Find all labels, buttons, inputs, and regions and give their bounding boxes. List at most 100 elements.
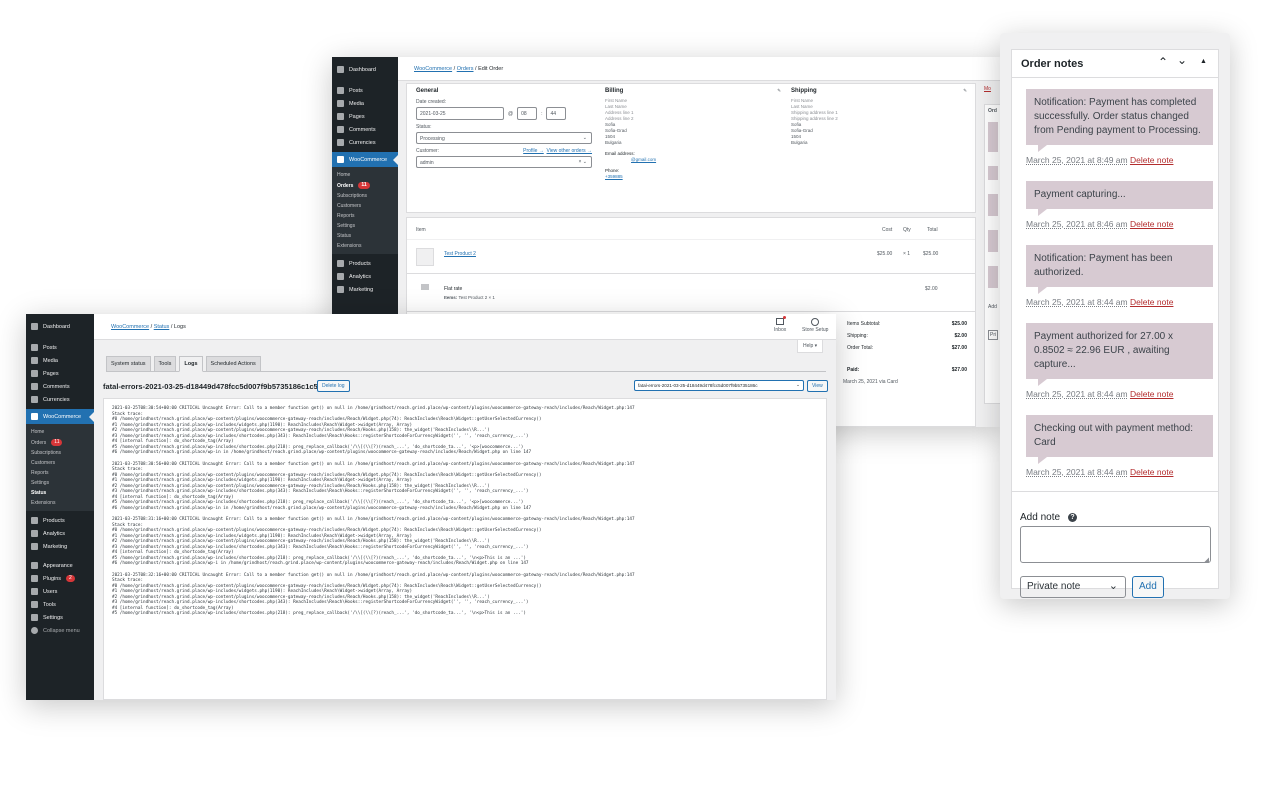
sidebar-item-dashboard[interactable]: Dashboard [332,57,398,80]
store-setup-button[interactable]: Store Setup [802,318,828,333]
sidebar-item-pages[interactable]: Pages [26,367,94,380]
sidebar-item-currencies[interactable]: Currencies [26,393,94,409]
status-tabs: System status Tools Logs Scheduled Actio… [106,356,826,372]
tab-logs[interactable]: Logs [179,356,203,372]
product-name-link[interactable]: Test Product 2 [444,251,476,257]
edit-pencil-icon[interactable]: ✎ [777,88,781,94]
sidebar-item-marketing[interactable]: Marketing [332,283,398,296]
tab-system-status[interactable]: System status [106,356,151,371]
sidebar-item-media[interactable]: Media [26,354,94,367]
sidebar-item-products[interactable]: Products [332,254,398,270]
submenu-customers[interactable]: Customers [26,458,94,468]
note-content: Payment capturing... [1026,181,1213,216]
breadcrumb-woocommerce[interactable]: WooCommerce [414,66,452,72]
sidebar-item-label: Settings [43,614,63,621]
sidebar-item-users[interactable]: Users [26,585,94,598]
submenu-customers[interactable]: Customers [332,201,398,211]
collapse-menu[interactable]: Collapse menu [26,624,94,637]
sidebar-item-label: Marketing [349,286,374,293]
phone-link[interactable]: +359885 [605,174,781,180]
delete-note-link[interactable]: Delete note [1130,389,1173,399]
submenu-reports[interactable]: Reports [332,211,398,221]
sidebar-item-comments[interactable]: Comments [332,123,398,136]
sidebar-item-label: Plugins [43,575,62,582]
sidebar-item-pages[interactable]: Pages [332,110,398,123]
sidebar-item-label: Posts [349,87,363,94]
submenu-orders[interactable]: Orders 11 [332,180,398,191]
add-note-button[interactable]: Add [1132,576,1164,598]
sidebar-item-woocommerce[interactable]: WooCommerce [332,152,398,167]
submenu-settings[interactable]: Settings [332,221,398,231]
submenu-extensions[interactable]: Extensions [26,498,94,508]
sidebar-item-posts[interactable]: Posts [332,80,398,97]
shipping-line-item: Flat rate Items: Test Product 2 × 1 $2.0… [407,278,975,312]
breadcrumb-woocommerce[interactable]: WooCommerce [111,324,149,330]
sidebar-item-plugins[interactable]: Plugins 2 [26,572,94,585]
sidebar-item-marketing[interactable]: Marketing [26,540,94,556]
delete-note-link[interactable]: Delete note [1130,297,1173,307]
submenu-subscriptions[interactable]: Subscriptions [26,448,94,458]
sidebar-item-comments[interactable]: Comments [26,380,94,393]
profile-link[interactable]: Profile → [523,148,544,154]
status-select[interactable]: Processing ⌄ [416,132,592,144]
sidebar-item-appearance[interactable]: Appearance [26,556,94,572]
submenu-home[interactable]: Home [332,170,398,180]
submenu-settings[interactable]: Settings [26,478,94,488]
status-label: Status: [416,124,432,130]
note-type-select[interactable]: Private note ⌄ [1020,576,1126,598]
sidebar-item-label: Users [43,588,58,595]
items-header: Item Cost Qty Total [407,218,975,240]
delete-note-link[interactable]: Delete note [1130,219,1173,229]
date-input[interactable]: 2021-03-25 [416,107,504,120]
breadcrumb-status[interactable]: Status [154,324,170,330]
woocommerce-icon [337,156,344,163]
email-link[interactable]: @gmail.com [605,157,781,163]
delete-log-button[interactable]: Delete log [317,380,350,392]
note-textarea[interactable]: ◢ [1020,526,1211,564]
submenu-reports[interactable]: Reports [26,468,94,478]
sidebar-item-products[interactable]: Products [26,511,94,527]
shipping-heading: Shipping [791,88,817,94]
tab-scheduled-actions[interactable]: Scheduled Actions [205,356,261,371]
log-file-select[interactable]: fatal-errors-2021-03-25-d18449d478fcc5d0… [634,380,804,391]
sidebar-item-media[interactable]: Media [332,97,398,110]
note-content: Payment authorized for 27.00 x 0.8502 ≈ … [1026,323,1213,386]
sidebar-item-settings[interactable]: Settings [26,611,94,624]
edit-pencil-icon[interactable]: ✎ [963,88,967,94]
help-tab[interactable]: Help ▾ [797,340,824,353]
delete-note-link[interactable]: Delete note [1130,155,1173,165]
help-icon[interactable]: ? [1068,513,1078,522]
sidebar-item-label: Analytics [349,273,372,280]
sidebar-item-woocommerce[interactable]: WooCommerce [26,409,94,424]
breadcrumb-orders[interactable]: Orders [457,66,474,72]
submenu-orders[interactable]: Orders 11 [26,437,94,448]
chevron-up-icon[interactable]: ⌃ [1158,55,1168,69]
tab-tools[interactable]: Tools [153,356,177,371]
sidebar-item-analytics[interactable]: Analytics [332,270,398,283]
chevron-down-icon[interactable]: ⌄ [1177,53,1187,67]
customer-select[interactable]: admin × ⌄ [416,156,592,168]
pages-icon [337,113,344,120]
minute-input[interactable]: 44 [546,107,567,120]
view-other-orders-link[interactable]: View other orders → [547,148,592,154]
submenu-status[interactable]: Status [332,231,398,241]
sidebar-item-analytics[interactable]: Analytics [26,527,94,540]
submenu-extensions[interactable]: Extensions [332,241,398,251]
clear-icon[interactable]: × ⌄ [579,159,588,165]
hour-input[interactable]: 08 [517,107,538,120]
admin-sidebar: Dashboard Posts Media Pages Comments Cur… [26,314,94,700]
submenu-subscriptions[interactable]: Subscriptions [332,191,398,201]
sidebar-item-label: Appearance [43,562,73,569]
delete-note-link[interactable]: Delete note [1130,467,1173,477]
view-log-button[interactable]: View [807,380,828,392]
sidebar-item-dashboard[interactable]: Dashboard [26,314,94,337]
product-cost: $25.00 [877,251,893,257]
resize-handle-icon[interactable]: ◢ [1204,556,1209,564]
inbox-button[interactable]: Inbox [774,316,786,333]
submenu-status[interactable]: Status [26,488,94,498]
sidebar-item-posts[interactable]: Posts [26,337,94,354]
collapse-triangle-icon[interactable]: ▲ [1200,58,1207,65]
submenu-home[interactable]: Home [26,427,94,437]
sidebar-item-currencies[interactable]: Currencies [332,136,398,152]
sidebar-item-tools[interactable]: Tools [26,598,94,611]
